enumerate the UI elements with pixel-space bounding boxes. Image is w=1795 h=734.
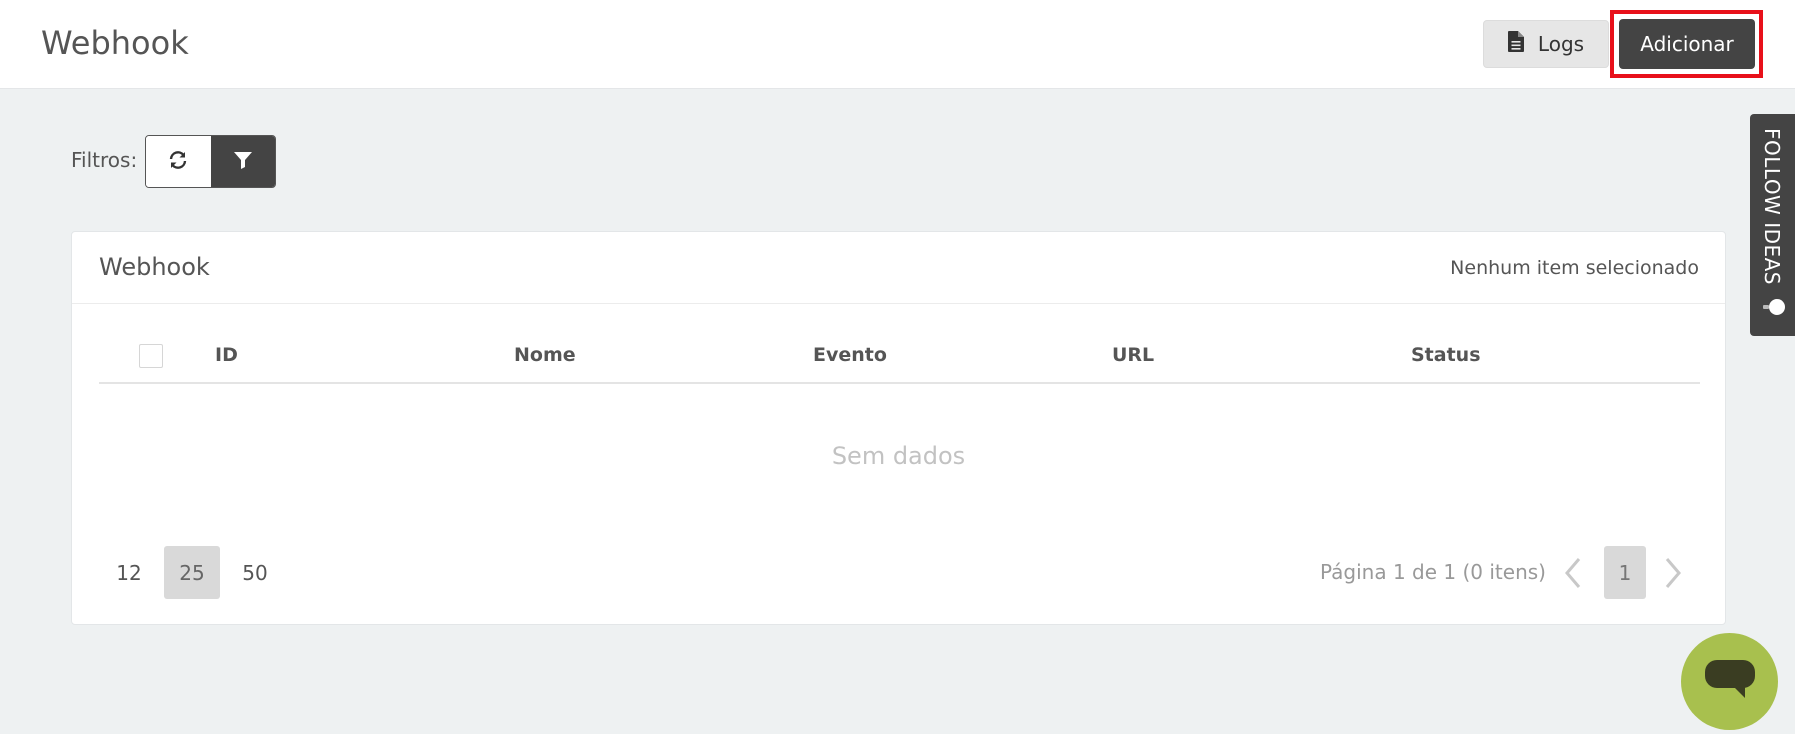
page-number-current[interactable]: 1 [1604, 546, 1646, 599]
chat-icon [1704, 659, 1755, 704]
page-size-option[interactable]: 50 [227, 546, 283, 599]
selection-status: Nenhum item selecionado [1450, 257, 1699, 279]
table-header: ID Nome Evento URL Status [99, 332, 1700, 384]
top-bar: Webhook Logs Adicionar [0, 0, 1795, 89]
page-size-option-active[interactable]: 25 [164, 546, 220, 599]
pagination-info: Página 1 de 1 (0 itens) [1320, 560, 1546, 584]
lightbulb-icon [1760, 297, 1786, 321]
document-icon [1507, 31, 1524, 57]
follow-ideas-tab[interactable]: FOLLOW IDEAS [1750, 114, 1795, 336]
filters-label: Filtros: [71, 148, 138, 172]
follow-ideas-label: FOLLOW IDEAS [1760, 128, 1784, 286]
column-header-url[interactable]: URL [1112, 344, 1154, 366]
chevron-right-icon [1662, 558, 1684, 594]
select-all-checkbox[interactable] [139, 344, 163, 368]
column-header-nome[interactable]: Nome [514, 344, 576, 366]
column-header-status[interactable]: Status [1411, 344, 1481, 366]
column-header-evento[interactable]: Evento [813, 344, 887, 366]
add-button[interactable]: Adicionar [1619, 19, 1755, 69]
chat-widget-button[interactable] [1681, 633, 1778, 730]
page-size-option[interactable]: 12 [101, 546, 157, 599]
logs-label: Logs [1537, 32, 1585, 56]
next-page-button[interactable] [1662, 556, 1684, 590]
filter-icon [233, 150, 253, 174]
refresh-icon [168, 150, 188, 174]
page-title: Webhook [41, 24, 189, 62]
card-title: Webhook [99, 253, 210, 281]
chevron-left-icon [1562, 558, 1584, 594]
prev-page-button[interactable] [1562, 556, 1584, 590]
webhook-card: Webhook Nenhum item selecionado ID Nome … [71, 231, 1726, 625]
filter-button-group [145, 135, 276, 188]
empty-state-text: Sem dados [831, 442, 966, 470]
refresh-button[interactable] [146, 136, 211, 187]
card-header: Webhook Nenhum item selecionado [72, 232, 1725, 304]
column-header-id[interactable]: ID [215, 344, 238, 366]
filter-toggle-button[interactable] [210, 136, 275, 187]
logs-button[interactable]: Logs [1483, 20, 1609, 68]
